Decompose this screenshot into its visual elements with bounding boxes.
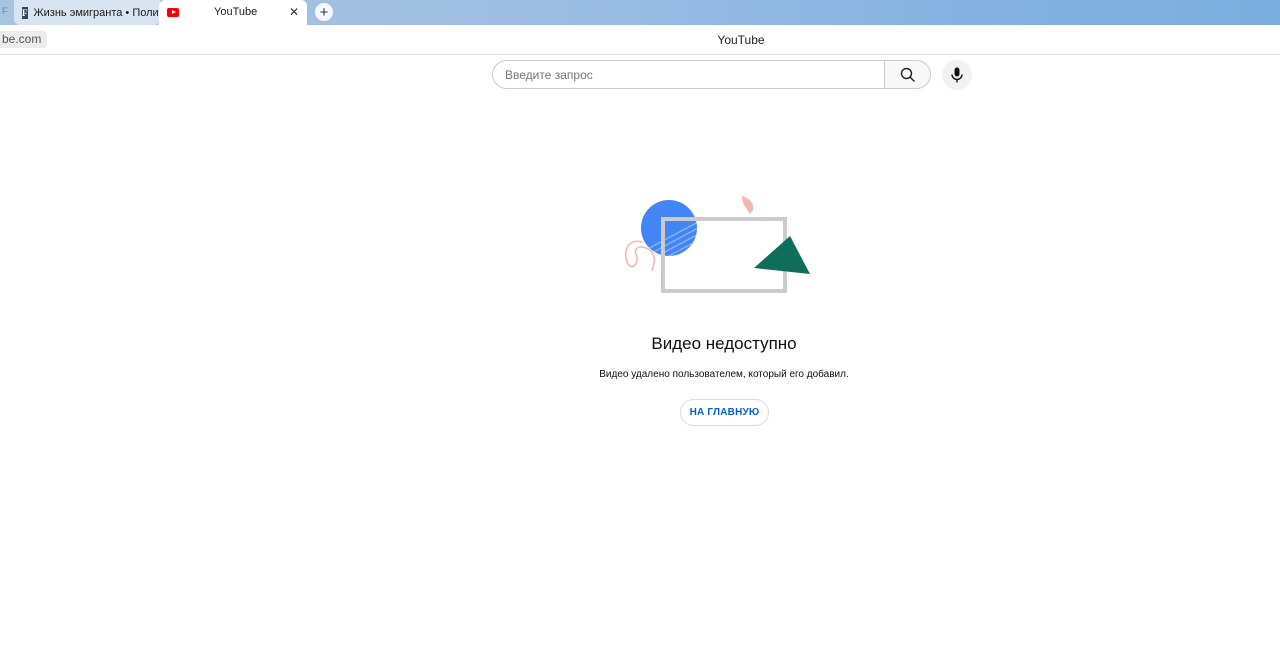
tab-title: YouTube	[214, 6, 258, 18]
close-icon[interactable]: ✕	[289, 5, 299, 19]
tab-title: Жизнь эмигранта • Полит	[33, 6, 161, 19]
new-tab-button[interactable]: +	[315, 3, 333, 21]
voice-search-button[interactable]	[942, 60, 972, 90]
youtube-icon	[167, 8, 179, 17]
go-home-button[interactable]: НА ГЛАВНУЮ	[680, 399, 769, 426]
search-input[interactable]	[492, 60, 885, 89]
search-icon	[900, 67, 915, 82]
search-button[interactable]	[884, 60, 931, 89]
plus-icon: +	[319, 3, 329, 21]
tab-zhizn-emigranta[interactable]: F Жизнь эмигранта • Полит	[14, 0, 160, 25]
tab-edge-fragment[interactable]: F	[0, 0, 12, 25]
tab-youtube[interactable]: YouTube ✕	[159, 0, 307, 25]
page-title: YouTube	[717, 33, 765, 47]
address-bar: be.com YouTube	[0, 25, 1280, 55]
browser-tab-strip: F F Жизнь эмигранта • Полит YouTube ✕ +	[0, 0, 1280, 25]
video-unavailable-illustration	[624, 196, 810, 293]
error-title: Видео недоступно	[651, 334, 797, 353]
error-subtitle: Видео удалено пользователем, который его…	[599, 369, 849, 380]
microphone-icon	[951, 67, 963, 83]
site-f-icon: F	[22, 6, 28, 19]
